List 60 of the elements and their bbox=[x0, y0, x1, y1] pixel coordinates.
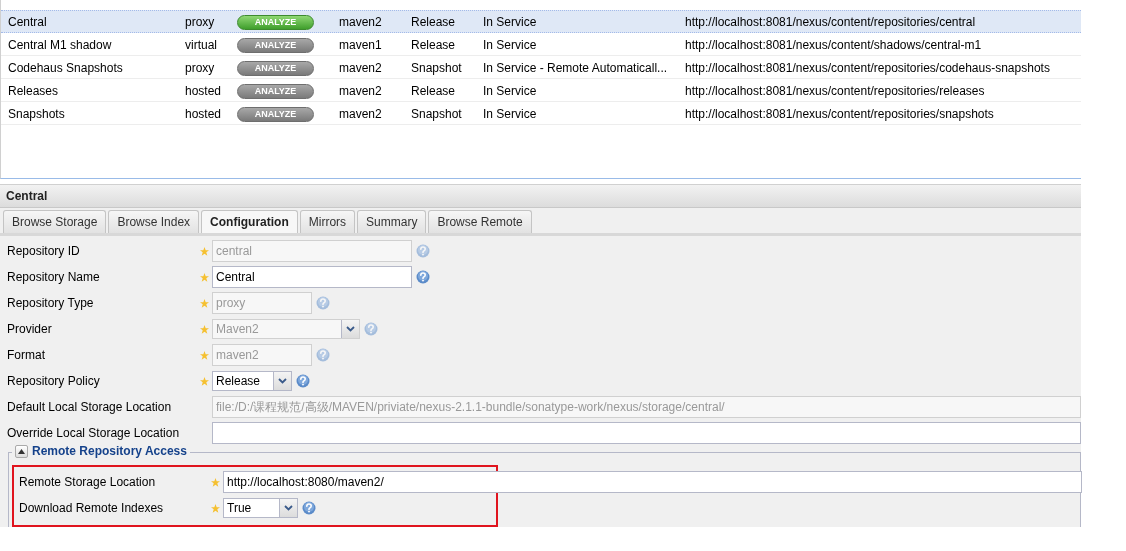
table-cell-text: maven2 bbox=[339, 60, 383, 75]
tab[interactable]: Browse Index bbox=[108, 210, 200, 233]
table-cell-text: Release bbox=[411, 14, 457, 29]
table-cell-text: Central M1 shadow bbox=[8, 37, 113, 52]
caret-icon bbox=[18, 448, 25, 454]
table-cell-text: virtual bbox=[185, 37, 218, 52]
table-cell-text: http://localhost:8081/nexus/content/repositories/central bbox=[685, 14, 977, 29]
table-cell-text: maven1 bbox=[339, 37, 383, 52]
field-label: Repository ID bbox=[7, 244, 81, 258]
section-title: Remote Repository Access bbox=[32, 444, 187, 458]
help-icon[interactable] bbox=[302, 501, 316, 515]
table-cell-text: maven2 bbox=[339, 106, 383, 121]
table-cell-text: In Service bbox=[483, 83, 538, 98]
table-cell-text: hosted bbox=[185, 83, 223, 98]
field-label: Provider bbox=[7, 322, 53, 336]
table-cell-text: Snapshots bbox=[8, 106, 66, 121]
tab[interactable]: Configuration bbox=[201, 210, 298, 233]
text-field[interactable]: Central bbox=[212, 266, 412, 288]
table-cell-text: http://localhost:8081/nexus/content/repositories/snapshots bbox=[685, 106, 995, 121]
table-cell-text: maven2 bbox=[339, 83, 383, 98]
tab[interactable]: Browse Storage bbox=[3, 210, 107, 233]
field-label: Remote Storage Location bbox=[19, 475, 157, 489]
field-label: Download Remote Indexes bbox=[19, 501, 165, 515]
table-cell-text: In Service bbox=[483, 106, 538, 121]
caret-icon[interactable] bbox=[273, 372, 291, 390]
table-cell-text: Snapshot bbox=[411, 106, 463, 121]
field-label: Default Local Storage Location bbox=[7, 400, 173, 414]
select-field[interactable]: True bbox=[223, 498, 298, 518]
table-cell-text: Codehaus Snapshots bbox=[8, 60, 124, 75]
table-cell-text: In Service - Remote Automaticall... bbox=[483, 60, 669, 75]
table-cell-text: Release bbox=[411, 37, 457, 52]
table-cell-text: Release bbox=[411, 83, 457, 98]
field-label: Override Local Storage Location bbox=[7, 426, 181, 440]
table-cell-text: In Service bbox=[483, 14, 538, 29]
table-cell-text: proxy bbox=[185, 60, 216, 75]
tab[interactable]: Summary bbox=[357, 210, 427, 233]
tab[interactable]: Browse Remote bbox=[428, 210, 532, 233]
table-cell-text: Central bbox=[8, 14, 48, 29]
table-cell-text: maven2 bbox=[339, 14, 383, 29]
text-field[interactable]: http://localhost:8080/maven2/ bbox=[223, 471, 1082, 493]
table-cell-text: http://localhost:8081/nexus/content/shadows/central-m1 bbox=[685, 37, 983, 52]
select-field[interactable]: Release bbox=[212, 371, 292, 391]
field-label: Repository Policy bbox=[7, 374, 101, 388]
field-label: Repository Name bbox=[7, 270, 101, 284]
table-cell-text: http://localhost:8081/nexus/content/repositories/releases bbox=[685, 83, 986, 98]
table-cell-text: Releases bbox=[8, 83, 60, 98]
table-cell-text: hosted bbox=[185, 106, 223, 121]
help-icon[interactable] bbox=[416, 270, 430, 284]
caret-icon[interactable] bbox=[279, 499, 297, 517]
table-cell-text: In Service bbox=[483, 37, 538, 52]
help-icon[interactable] bbox=[296, 374, 310, 388]
table-cell-text: proxy bbox=[185, 14, 216, 29]
grid-row[interactable]: Central proxy ANALYZE maven2 Release In Service http://localhost:8081/nexus/content/repositories/central bbox=[1, 10, 1081, 33]
tab[interactable]: Mirrors bbox=[299, 210, 356, 233]
collapse-toggle[interactable] bbox=[15, 444, 28, 458]
table-cell-text: http://localhost:8081/nexus/content/repositories/codehaus-snapshots bbox=[685, 60, 1051, 75]
field-label: Repository Type bbox=[7, 296, 95, 310]
table-cell-text: Snapshot bbox=[411, 60, 463, 75]
field-label: Format bbox=[7, 348, 46, 362]
text-field[interactable] bbox=[212, 422, 1081, 444]
